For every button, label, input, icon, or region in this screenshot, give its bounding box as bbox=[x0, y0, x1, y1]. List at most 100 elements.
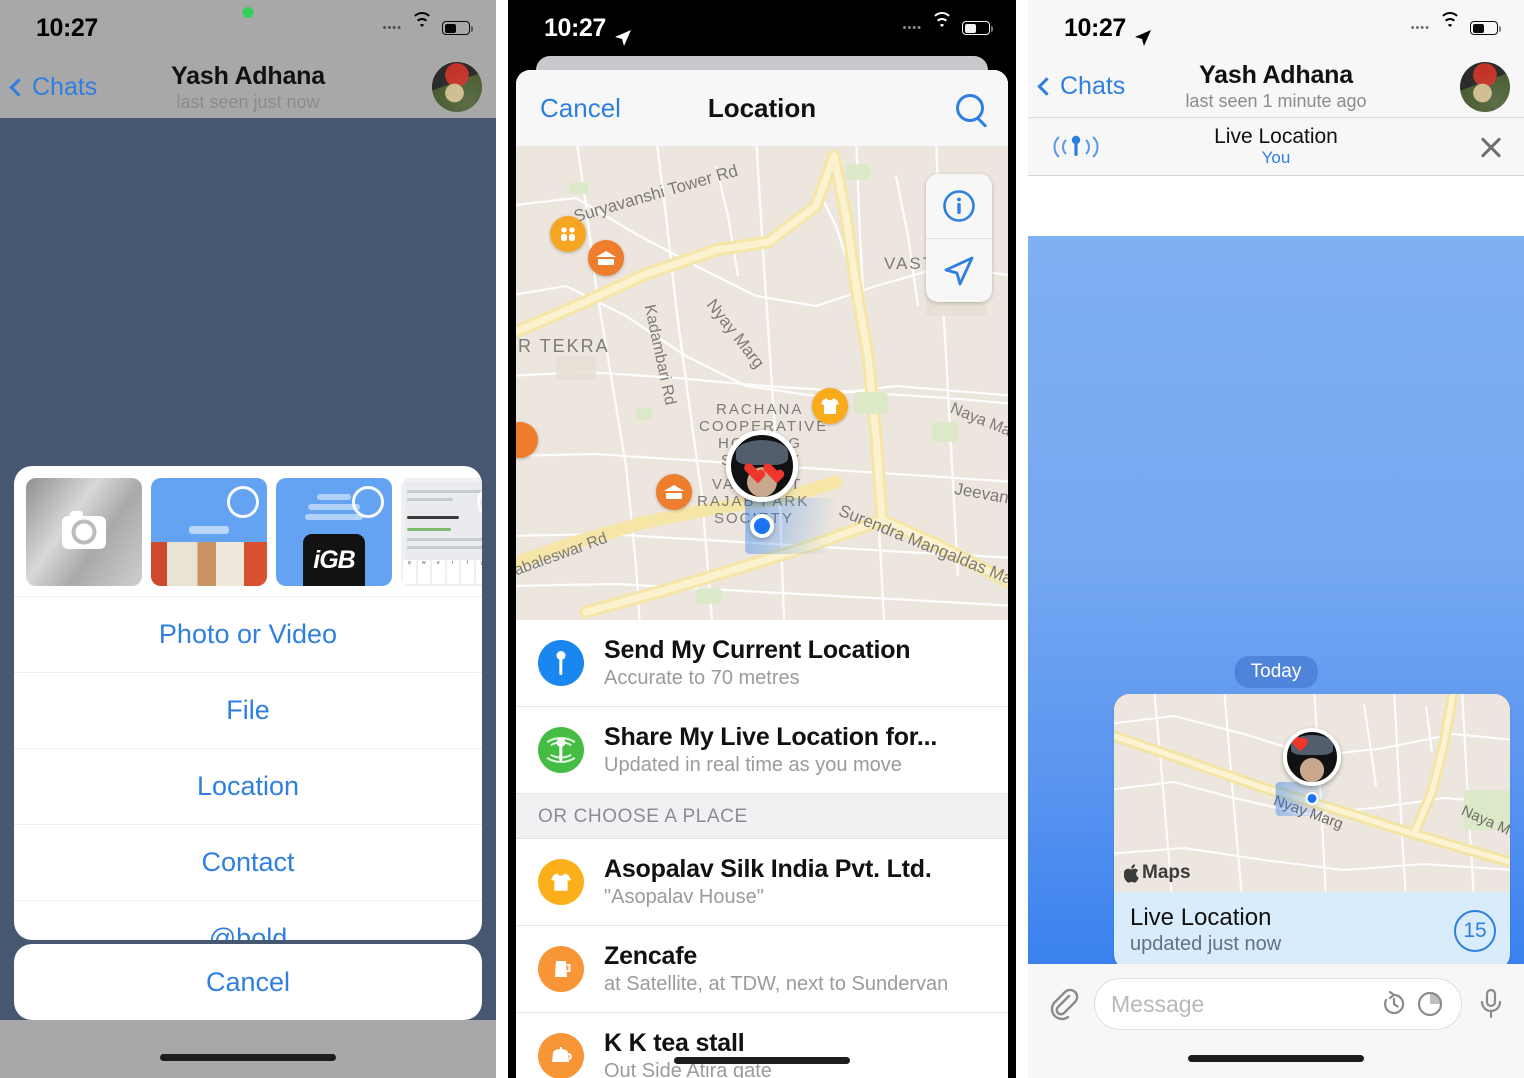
home-indicator[interactable] bbox=[160, 1054, 336, 1061]
avatar[interactable] bbox=[432, 62, 482, 112]
home-indicator[interactable] bbox=[674, 1057, 850, 1064]
photo-thumbnail-2[interactable]: iGB bbox=[276, 478, 392, 586]
camera-thumbnail[interactable] bbox=[26, 478, 142, 586]
cancel-button[interactable]: Cancel bbox=[14, 944, 482, 1020]
message-placeholder: Message bbox=[1111, 990, 1205, 1017]
poi-temple-2[interactable] bbox=[656, 474, 692, 510]
status-time: 10:27 bbox=[1064, 14, 1151, 46]
message-title: Live Location bbox=[1130, 904, 1272, 931]
igb-logo: iGB bbox=[303, 534, 365, 586]
sticker-icon[interactable] bbox=[1415, 989, 1445, 1019]
status-time: 10:27 bbox=[544, 14, 631, 46]
avatar[interactable] bbox=[1460, 61, 1510, 112]
location-modal-header: Cancel Location bbox=[516, 70, 1008, 146]
battery-icon bbox=[442, 21, 473, 35]
paperclip-icon[interactable] bbox=[1046, 987, 1080, 1021]
wifi-icon bbox=[411, 12, 433, 36]
search-icon[interactable] bbox=[956, 94, 984, 122]
place-item-zencafe[interactable]: Zencafe at Satellite, at TDW, next to Su… bbox=[516, 926, 1008, 1013]
bottom-strip-1 bbox=[0, 1020, 496, 1078]
avatar bbox=[726, 430, 798, 502]
message-input[interactable]: Message bbox=[1094, 978, 1462, 1030]
photo-thumbnail-3[interactable]: qwertyui bbox=[401, 478, 482, 586]
microphone-icon[interactable] bbox=[1476, 987, 1506, 1021]
avatar bbox=[1283, 728, 1341, 786]
select-circle-icon[interactable] bbox=[352, 486, 384, 518]
select-circle-icon[interactable] bbox=[227, 486, 259, 518]
map-label: R TEKRA bbox=[518, 336, 610, 356]
thumb-line-3 bbox=[305, 514, 363, 520]
status-indicators: •••• bbox=[1410, 12, 1501, 36]
teapot-icon bbox=[538, 1033, 584, 1078]
status-indicators: •••• bbox=[902, 12, 993, 36]
live-location-message-bubble[interactable]: Nyay Marg Naya M Maps Live Location upd bbox=[1114, 694, 1510, 970]
place-title: K K tea stall bbox=[604, 1029, 745, 1057]
battery-icon bbox=[1470, 21, 1501, 35]
place-title: Zencafe bbox=[604, 942, 698, 970]
back-to-chats-button[interactable]: Chats bbox=[1037, 72, 1125, 101]
signal-dots-icon: •••• bbox=[902, 22, 922, 34]
place-subtitle: at Satellite, at TDW, next to Sundervan bbox=[604, 973, 949, 995]
live-location-banner[interactable]: Live Location You bbox=[1028, 118, 1524, 176]
chat-navbar-1: Chats Yash Adhana last seen just now bbox=[0, 56, 496, 118]
photo-thumbnail-1[interactable] bbox=[151, 478, 267, 586]
location-modal: Cancel Location Suryavanshi Tower Rd VAS… bbox=[516, 70, 1008, 1078]
doc-line bbox=[407, 538, 482, 541]
attachment-option-bold[interactable]: @bold bbox=[14, 900, 482, 940]
home-indicator[interactable] bbox=[1188, 1055, 1364, 1062]
phone-panel-1-attachment-menu: 10:27 •••• Chats Yash Adhana last seen j… bbox=[0, 0, 496, 1078]
chevron-left-icon bbox=[9, 77, 28, 97]
poi-clothing[interactable] bbox=[812, 388, 848, 424]
status-bar-1: 10:27 •••• bbox=[0, 0, 496, 56]
section-header-choose-place: OR CHOOSE A PLACE bbox=[516, 794, 1008, 839]
my-location-avatar-pin[interactable] bbox=[726, 430, 798, 502]
phone-panel-2-location-picker: 10:27 •••• Cancel Location Suryavanshi T… bbox=[508, 0, 1016, 1078]
location-pin-icon bbox=[538, 640, 584, 686]
doc-line bbox=[407, 490, 482, 493]
poi-temple[interactable] bbox=[588, 240, 624, 276]
poi-fountain[interactable] bbox=[550, 216, 586, 252]
heart-eyes-icon bbox=[745, 464, 780, 479]
live-location-broadcast-icon bbox=[1048, 130, 1104, 164]
message-subtitle: updated just now bbox=[1130, 933, 1282, 955]
place-subtitle: "Asopalav House" bbox=[604, 886, 764, 908]
list-item-subtitle: Updated in real time as you move bbox=[604, 754, 902, 776]
my-location-avatar-pin bbox=[1283, 728, 1341, 786]
media-thumbnail-strip[interactable]: iGB qwertyui bbox=[14, 466, 482, 596]
map-info-button[interactable] bbox=[926, 174, 992, 238]
signal-dots-icon: •••• bbox=[1410, 22, 1430, 34]
green-recording-dot bbox=[242, 7, 254, 18]
chevron-left-icon bbox=[1037, 77, 1056, 96]
attachment-option-location[interactable]: Location bbox=[14, 748, 482, 824]
attachment-option-photo-or-video[interactable]: Photo or Video bbox=[14, 596, 482, 672]
map-controls bbox=[926, 174, 992, 302]
wifi-icon bbox=[1439, 12, 1461, 36]
place-item-asopalav[interactable]: Asopalav Silk India Pvt. Ltd. "Asopalav … bbox=[516, 839, 1008, 926]
attachment-option-contact[interactable]: Contact bbox=[14, 824, 482, 900]
apple-maps-attribution: Maps bbox=[1124, 862, 1191, 884]
place-item-kk-tea-stall[interactable]: K K tea stall Out Side Atira gate bbox=[516, 1013, 1008, 1078]
thumb-photo-content bbox=[151, 542, 267, 586]
back-to-chats-button[interactable]: Chats bbox=[9, 72, 98, 102]
cancel-button[interactable]: Cancel bbox=[540, 93, 621, 124]
signal-dots-icon: •••• bbox=[382, 22, 402, 34]
clothing-icon bbox=[538, 859, 584, 905]
list-item-share-live-location[interactable]: Share My Live Location for... Updated in… bbox=[516, 707, 1008, 794]
map-recenter-button[interactable] bbox=[926, 238, 992, 302]
attachment-option-file[interactable]: File bbox=[14, 672, 482, 748]
maps-label: Maps bbox=[1142, 862, 1191, 883]
back-label: Chats bbox=[32, 72, 98, 101]
map-view[interactable]: Suryavanshi Tower Rd VASTRA R TEKRA Nyay… bbox=[516, 146, 1008, 620]
status-bar-2: 10:27 •••• bbox=[508, 0, 1016, 56]
thumb-caption-bar bbox=[189, 525, 229, 534]
timer-icon[interactable] bbox=[1379, 989, 1409, 1019]
thumb-line-1 bbox=[317, 494, 351, 500]
phone-panel-3-live-location-sent: 10:27 •••• Chats Yash Adhana last seen 1… bbox=[1028, 0, 1524, 1078]
live-location-timer-badge: 15 bbox=[1454, 910, 1496, 952]
doc-line bbox=[407, 528, 451, 531]
list-item-send-current-location[interactable]: Send My Current Location Accurate to 70 … bbox=[516, 620, 1008, 707]
message-map-preview[interactable]: Nyay Marg Naya M Maps bbox=[1114, 694, 1510, 892]
doc-line bbox=[407, 516, 459, 519]
close-icon[interactable] bbox=[1478, 134, 1504, 160]
panel-gap-1 bbox=[496, 0, 508, 1078]
